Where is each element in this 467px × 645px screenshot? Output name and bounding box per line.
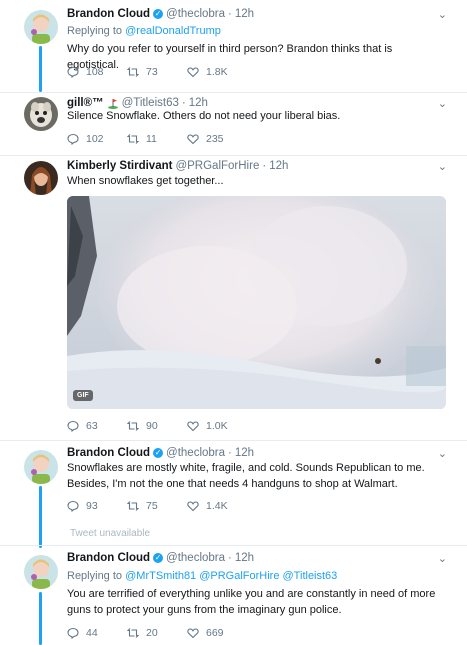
retweet-button[interactable]: 11 [127, 133, 187, 145]
reply-count: 44 [86, 627, 98, 639]
heart-icon [187, 628, 199, 639]
like-button[interactable]: 669 [187, 627, 247, 639]
tweet-actions: 63 90 1.0K [67, 420, 247, 432]
verified-badge-icon: ✓ [153, 9, 164, 19]
replying-to-label: Replying to [67, 25, 123, 37]
tweet-actions: 93 75 1.4K [67, 500, 247, 512]
retweet-button[interactable]: 75 [127, 500, 187, 512]
like-count: 235 [206, 133, 224, 145]
chevron-down-icon[interactable]: ⌄ [438, 160, 447, 173]
verified-badge-icon: ✓ [153, 448, 164, 458]
tweet-text: Snowflakes are mostly white, fragile, an… [67, 462, 425, 490]
separator: · [228, 8, 232, 20]
avatar[interactable] [24, 555, 58, 589]
chevron-down-icon[interactable]: ⌄ [438, 447, 447, 460]
chevron-down-icon[interactable]: ⌄ [438, 552, 447, 565]
heart-icon [187, 134, 199, 145]
tweet-actions: 102 11 235 [67, 133, 247, 145]
like-count: 669 [206, 627, 224, 639]
reply-count: 102 [86, 133, 104, 145]
separator: · [228, 447, 232, 459]
replying-to: Replying to @realDonaldTrump [67, 25, 221, 37]
heart-icon [187, 421, 199, 432]
reply-button[interactable]: 102 [67, 133, 127, 145]
like-button[interactable]: 1.4K [187, 500, 247, 512]
heart-icon [187, 501, 199, 512]
like-count: 1.4K [206, 500, 228, 512]
reply-to-link[interactable]: @realDonaldTrump [125, 25, 221, 37]
retweet-icon [127, 501, 139, 511]
retweet-button[interactable]: 90 [127, 420, 187, 432]
tweet-4[interactable]: Brandon Cloud ✓ @theclobra · 12h ⌄ Snowf… [0, 440, 467, 520]
reply-count: 63 [86, 420, 98, 432]
reply-icon [67, 500, 79, 512]
handle[interactable]: @theclobra [166, 552, 225, 564]
reply-icon [67, 66, 79, 78]
chevron-down-icon[interactable]: ⌄ [438, 8, 447, 21]
display-name[interactable]: Kimberly Stirdivant [67, 160, 172, 172]
tweet-text: You are terrified of everything unlike y… [67, 588, 436, 616]
reply-to-link[interactable]: @MrTSmith81 @PRGalForHire @Titleist63 [125, 570, 337, 582]
like-button[interactable]: 1.0K [187, 420, 247, 432]
tweet-1[interactable]: Brandon Cloud ✓ @theclobra · 12h ⌄ Reply… [0, 0, 467, 92]
handle[interactable]: @PRGalForHire [175, 160, 259, 172]
retweet-button[interactable]: 73 [127, 66, 187, 78]
tweet-2[interactable]: gill®™ @Titleist63 · 12h ⌄ Silence Snowf… [0, 92, 467, 155]
reply-button[interactable]: 108 [67, 66, 127, 78]
retweet-icon [127, 134, 139, 144]
reply-icon [67, 133, 79, 145]
tweet-text: Silence Snowflake. Others do not need yo… [67, 110, 341, 122]
separator: · [262, 160, 267, 172]
avatar[interactable] [24, 450, 58, 484]
like-button[interactable]: 235 [187, 133, 247, 145]
reply-button[interactable]: 93 [67, 500, 127, 512]
tweet-5[interactable]: Brandon Cloud ✓ @theclobra · 12h ⌄ Reply… [0, 545, 467, 645]
retweet-count: 75 [146, 500, 158, 512]
timestamp[interactable]: 12h [235, 8, 254, 20]
retweet-count: 90 [146, 420, 158, 432]
gif-badge: GIF [73, 390, 93, 401]
replying-to: Replying to @MrTSmith81 @PRGalForHire @T… [67, 570, 337, 582]
reply-count: 93 [86, 500, 98, 512]
retweet-icon [127, 421, 139, 431]
retweet-icon [127, 67, 139, 77]
tweet-actions: 44 20 669 [67, 627, 247, 639]
reply-icon [67, 627, 79, 639]
retweet-count: 20 [146, 627, 158, 639]
timestamp[interactable]: 12h [269, 160, 288, 172]
avatar[interactable] [24, 97, 58, 131]
golf-flag-icon [107, 98, 118, 109]
display-name[interactable]: Brandon Cloud [67, 8, 150, 20]
avatar[interactable] [24, 10, 58, 44]
handle[interactable]: @theclobra [166, 447, 225, 459]
handle[interactable]: @theclobra [166, 8, 225, 20]
reply-count: 108 [86, 66, 104, 78]
replying-to-label: Replying to [67, 570, 123, 582]
retweet-button[interactable]: 20 [127, 627, 187, 639]
reply-button[interactable]: 44 [67, 627, 127, 639]
retweet-count: 73 [146, 66, 158, 78]
tweet-actions: 108 73 1.8K [67, 66, 247, 78]
separator: · [228, 552, 232, 564]
display-name[interactable]: Brandon Cloud [67, 447, 150, 459]
retweet-icon [127, 628, 139, 638]
retweet-count: 11 [146, 133, 157, 145]
tweet-text: When snowflakes get together... [67, 175, 224, 187]
verified-badge-icon: ✓ [153, 553, 164, 563]
avatar[interactable] [24, 161, 58, 195]
display-name[interactable]: Brandon Cloud [67, 552, 150, 564]
gif-media[interactable]: GIF [67, 196, 446, 409]
tweet-unavailable-notice: Tweet unavailable [70, 528, 151, 539]
like-button[interactable]: 1.8K [187, 66, 247, 78]
heart-icon [187, 67, 199, 78]
timestamp[interactable]: 12h [235, 552, 254, 564]
avalanche-image [67, 196, 446, 409]
reply-icon [67, 420, 79, 432]
reply-button[interactable]: 63 [67, 420, 127, 432]
like-count: 1.8K [206, 66, 228, 78]
like-count: 1.0K [206, 420, 228, 432]
timestamp[interactable]: 12h [235, 447, 254, 459]
